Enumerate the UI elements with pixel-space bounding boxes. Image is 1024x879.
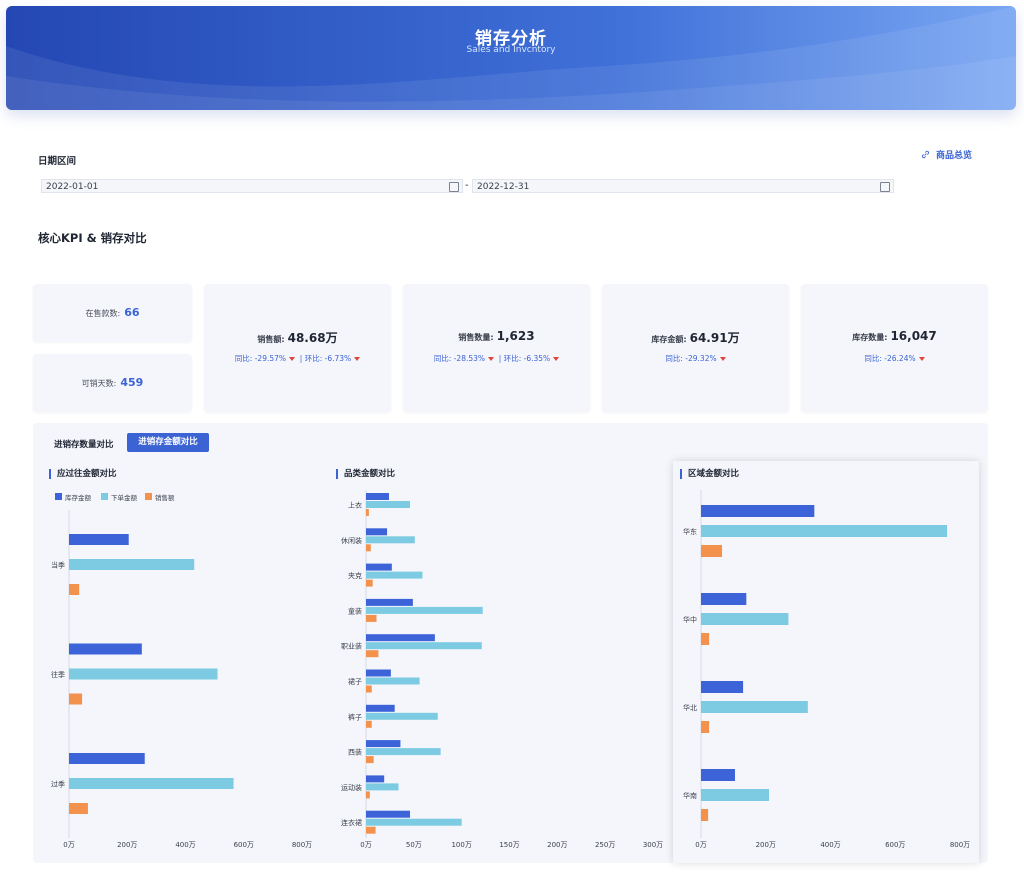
- kpi-on-sale-card: 在售款数: 66: [33, 284, 192, 342]
- chart-title-region: 区域金额对比: [680, 469, 739, 479]
- banner-wave-graphic: [6, 6, 1016, 110]
- tab-amount-comparison[interactable]: 进销存金额对比: [127, 433, 209, 452]
- kpi-value: 66: [124, 306, 140, 319]
- down-arrow-icon: [488, 357, 495, 361]
- page-subtitle: Sales and Invcntory: [466, 45, 556, 55]
- kpi-label: 库存金额:: [651, 335, 687, 344]
- kpi-label: 库存数量:: [852, 333, 888, 342]
- kpi-yoy: 同比: -28.53%: [433, 354, 486, 363]
- kpi-value: 16,047: [890, 329, 937, 343]
- kpi-label: 可销天数:: [81, 379, 117, 388]
- calendar-icon[interactable]: [449, 182, 459, 192]
- section-title: 核心KPI & 销存对比: [38, 231, 147, 245]
- down-arrow-icon: [719, 357, 726, 361]
- product-overview-link[interactable]: 商品总览: [921, 148, 972, 161]
- calendar-icon[interactable]: [880, 182, 890, 192]
- down-arrow-icon: [289, 357, 296, 361]
- down-arrow-icon: [354, 357, 361, 361]
- start-date-value: 2022-01-01: [46, 182, 99, 192]
- kpi-label: 销售额:: [257, 335, 285, 344]
- kpi-mom: 环比: -6.35%: [503, 354, 551, 363]
- end-date-value: 2022-12-31: [477, 182, 530, 192]
- down-arrow-icon: [553, 357, 560, 361]
- kpi-mom: 环比: -6.73%: [304, 354, 352, 363]
- kpi-value: 1,623: [496, 329, 535, 343]
- date-separator: -: [465, 180, 469, 191]
- kpi-label: 销售数量:: [458, 333, 494, 342]
- kpi-value: 48.68万: [287, 331, 338, 345]
- kpi-yoy: 同比: -29.57%: [234, 354, 287, 363]
- kpi-inventory-qty-card: 库存数量: 16,047 同比: -26.24%: [801, 284, 988, 412]
- kpi-value: 459: [120, 376, 144, 389]
- chart-title-category: 品类金额对比: [336, 469, 395, 479]
- down-arrow-icon: [918, 357, 925, 361]
- kpi-inventory-amount-card: 库存金额: 64.91万 同比: -29.32%: [602, 284, 789, 412]
- start-date-input[interactable]: 2022-01-01: [41, 179, 463, 193]
- header-banner: 销存分析 Sales and Invcntory: [6, 6, 1016, 110]
- region-chart-card: [673, 461, 979, 863]
- product-overview-label: 商品总览: [936, 151, 973, 161]
- kpi-sales-amount-card: 销售额: 48.68万 同比: -29.57% | 环比: -6.73%: [204, 284, 391, 412]
- tab-quantity-comparison[interactable]: 进销存数量对比: [54, 438, 114, 450]
- kpi-yoy: 同比: -26.24%: [864, 354, 916, 363]
- link-icon: [921, 150, 930, 159]
- chart-title-season: 应过往金额对比: [49, 469, 117, 479]
- end-date-input[interactable]: 2022-12-31: [472, 179, 894, 193]
- date-range-label: 日期区间: [38, 156, 77, 167]
- kpi-yoy: 同比: -29.32%: [665, 354, 717, 363]
- kpi-sell-days-card: 可销天数: 459: [33, 354, 192, 412]
- kpi-sales-qty-card: 销售数量: 1,623 同比: -28.53% | 环比: -6.35%: [403, 284, 590, 412]
- kpi-label: 在售款数:: [85, 309, 121, 318]
- kpi-value: 64.91万: [689, 331, 740, 345]
